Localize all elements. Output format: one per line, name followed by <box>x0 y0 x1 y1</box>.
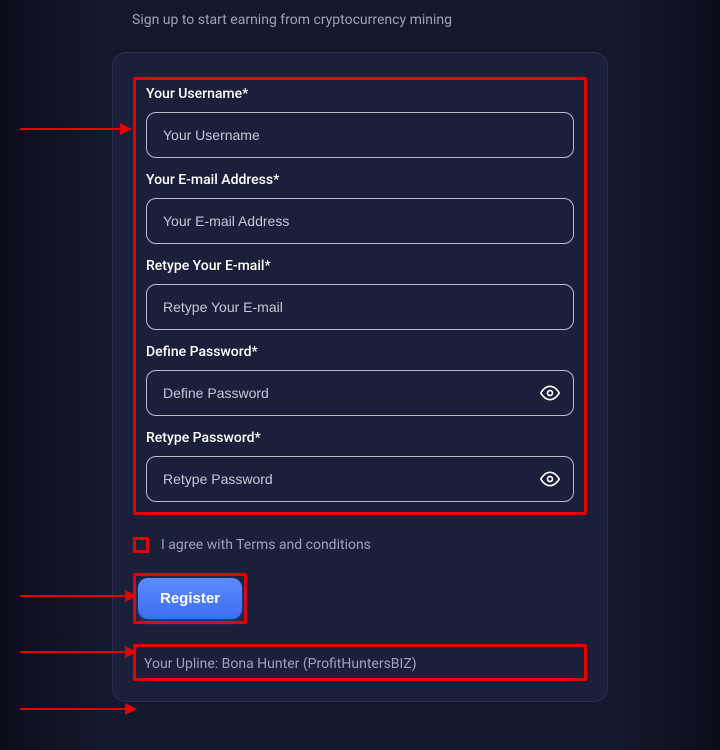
retype-email-group: Retype Your E-mail* <box>146 258 574 330</box>
annotation-arrow <box>20 708 135 710</box>
email-input[interactable] <box>146 198 574 244</box>
username-label: Your Username* <box>146 86 574 102</box>
eye-icon[interactable] <box>540 469 560 489</box>
password-input[interactable] <box>146 370 574 416</box>
retype-password-label: Retype Password* <box>146 430 574 446</box>
terms-row: I agree with Terms and conditions <box>133 537 587 553</box>
signup-panel: Sign up to start earning from cryptocurr… <box>0 0 720 722</box>
retype-password-input[interactable] <box>146 456 574 502</box>
terms-checkbox[interactable] <box>133 537 149 553</box>
retype-password-group: Retype Password* <box>146 430 574 502</box>
register-highlight-box: Register <box>133 573 247 624</box>
password-label: Define Password* <box>146 344 574 360</box>
page-subtitle: Sign up to start earning from cryptocurr… <box>112 12 608 28</box>
annotation-arrow <box>20 595 135 597</box>
email-label: Your E-mail Address* <box>146 172 574 188</box>
annotation-arrow <box>20 128 130 130</box>
fields-highlight-box: Your Username* Your E-mail Address* Rety… <box>133 77 587 515</box>
retype-email-input[interactable] <box>146 284 574 330</box>
eye-icon[interactable] <box>540 383 560 403</box>
password-group: Define Password* <box>146 344 574 416</box>
register-button[interactable]: Register <box>138 578 242 619</box>
upline-text: Your Upline: Bona Hunter (ProfitHuntersB… <box>144 656 417 672</box>
email-group: Your E-mail Address* <box>146 172 574 244</box>
username-input[interactable] <box>146 112 574 158</box>
upline-highlight-box: Your Upline: Bona Hunter (ProfitHuntersB… <box>133 644 587 681</box>
annotation-arrow <box>20 651 135 653</box>
retype-email-label: Retype Your E-mail* <box>146 258 574 274</box>
signup-form-card: Your Username* Your E-mail Address* Rety… <box>112 52 608 702</box>
username-group: Your Username* <box>146 86 574 158</box>
terms-label: I agree with Terms and conditions <box>161 537 371 553</box>
